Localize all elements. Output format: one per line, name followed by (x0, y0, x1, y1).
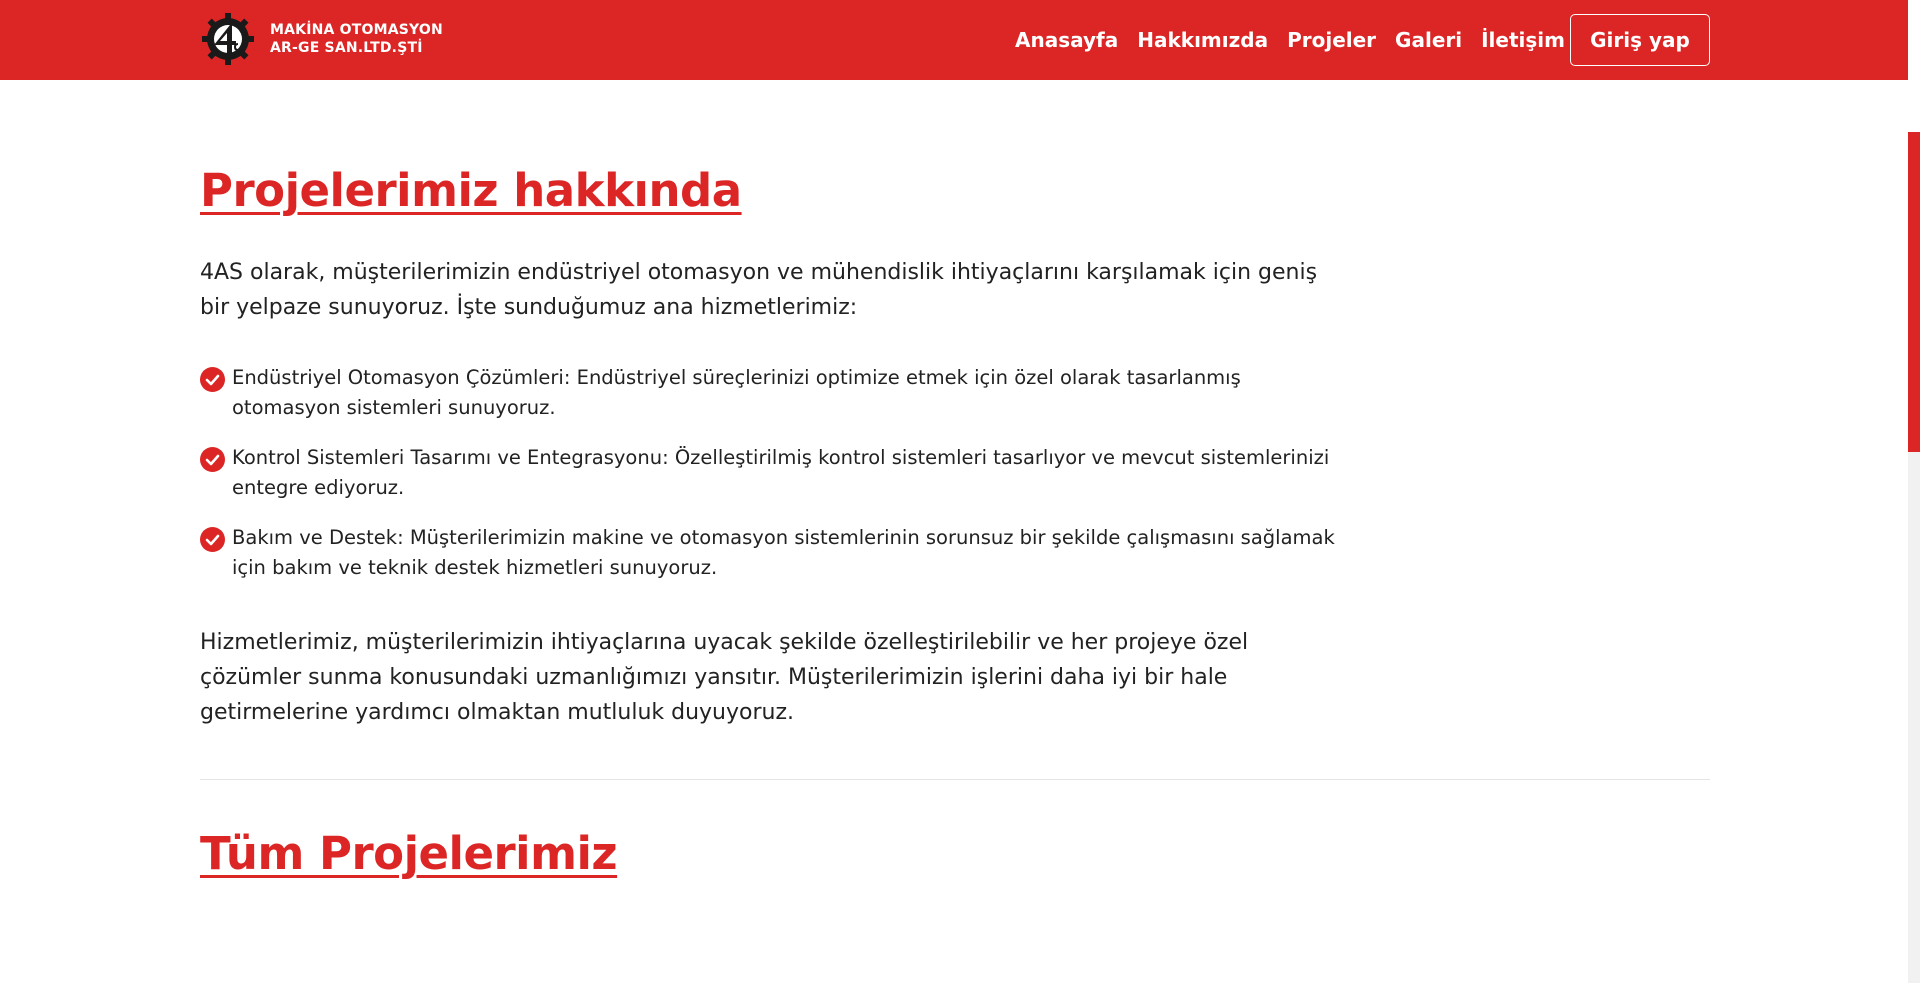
about-title: Projelerimiz hakkında (200, 164, 742, 217)
brand-name: MAKİNA OTOMASYON AR-GE SAN.LTD.ŞTİ (270, 21, 443, 57)
main-nav: Anasayfa Hakkımızda Projeler Galeri İlet… (1015, 0, 1565, 80)
nav-link-home[interactable]: Anasayfa (1015, 28, 1118, 52)
service-item: Kontrol Sistemleri Tasarımı ve Entegrasy… (200, 443, 1350, 523)
nav-link-gallery[interactable]: Galeri (1395, 28, 1462, 52)
brand-line-1: MAKİNA OTOMASYON (270, 22, 443, 38)
scrollbar-thumb-top (1908, 0, 1920, 132)
gear-logo-icon (202, 13, 254, 65)
brand-link[interactable]: MAKİNA OTOMASYON AR-GE SAN.LTD.ŞTİ (200, 11, 443, 67)
navbar: MAKİNA OTOMASYON AR-GE SAN.LTD.ŞTİ Anasa… (0, 0, 1908, 80)
check-circle-icon (200, 367, 225, 392)
service-text: Kontrol Sistemleri Tasarımı ve Entegrasy… (232, 446, 1330, 499)
service-text: Endüstriyel Otomasyon Çözümleri: Endüstr… (232, 366, 1241, 419)
services-list: Endüstriyel Otomasyon Çözümleri: Endüstr… (200, 363, 1350, 603)
login-button[interactable]: Giriş yap (1570, 14, 1710, 66)
check-circle-icon (200, 527, 225, 552)
projects-title: Tüm Projelerimiz (200, 827, 618, 880)
nav-link-about[interactable]: Hakkımızda (1137, 28, 1268, 52)
section-divider (200, 779, 1710, 780)
check-circle-icon (200, 447, 225, 472)
nav-link-contact[interactable]: İletişim (1481, 28, 1565, 52)
about-closing: Hizmetlerimiz, müşterilerimizin ihtiyaçl… (200, 630, 1249, 725)
about-intro: 4AS olarak, müşterilerimizin endüstriyel… (200, 260, 1318, 320)
service-text: Bakım ve Destek: Müşterilerimizin makine… (232, 526, 1335, 579)
service-item: Bakım ve Destek: Müşterilerimizin makine… (200, 523, 1350, 603)
service-item: Endüstriyel Otomasyon Çözümleri: Endüstr… (200, 363, 1350, 443)
brand-line-2: AR-GE SAN.LTD.ŞTİ (270, 40, 423, 56)
nav-link-projects[interactable]: Projeler (1287, 28, 1376, 52)
